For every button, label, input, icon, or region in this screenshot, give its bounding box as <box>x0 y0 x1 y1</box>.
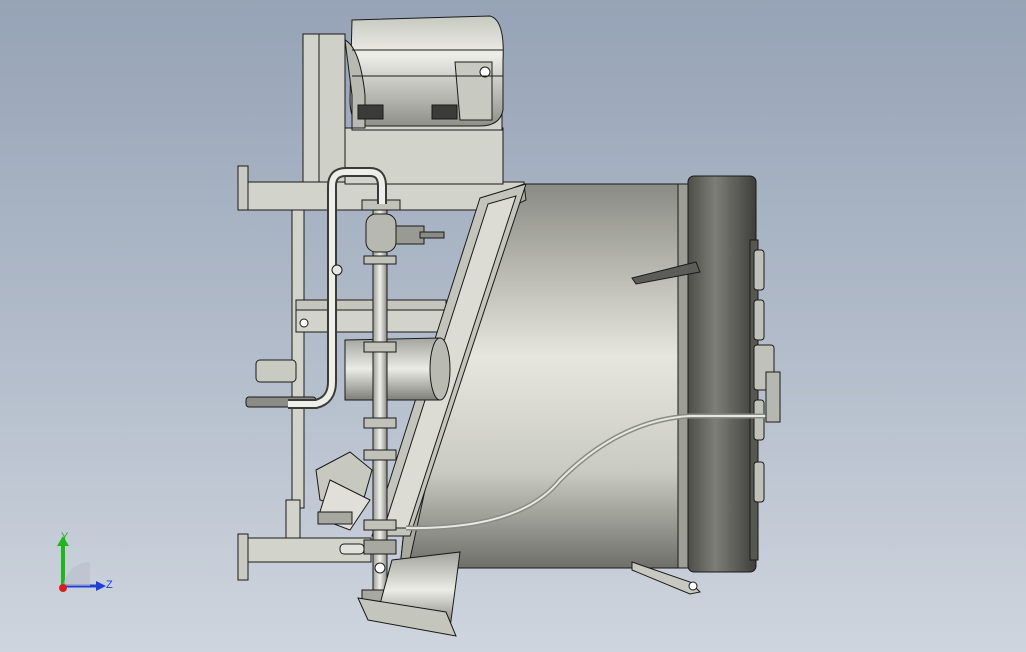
z-axis-label: Z <box>106 579 113 591</box>
motor-assembly <box>344 15 504 185</box>
3d-viewport[interactable]: Y Z <box>0 0 1026 652</box>
x-axis-dot <box>59 584 67 592</box>
gas-nozzle <box>245 337 451 408</box>
y-strainer <box>315 451 373 531</box>
axis-triad: Y Z <box>57 531 113 592</box>
y-axis-label: Y <box>61 531 69 543</box>
burner-assembly-model[interactable] <box>0 0 1026 652</box>
